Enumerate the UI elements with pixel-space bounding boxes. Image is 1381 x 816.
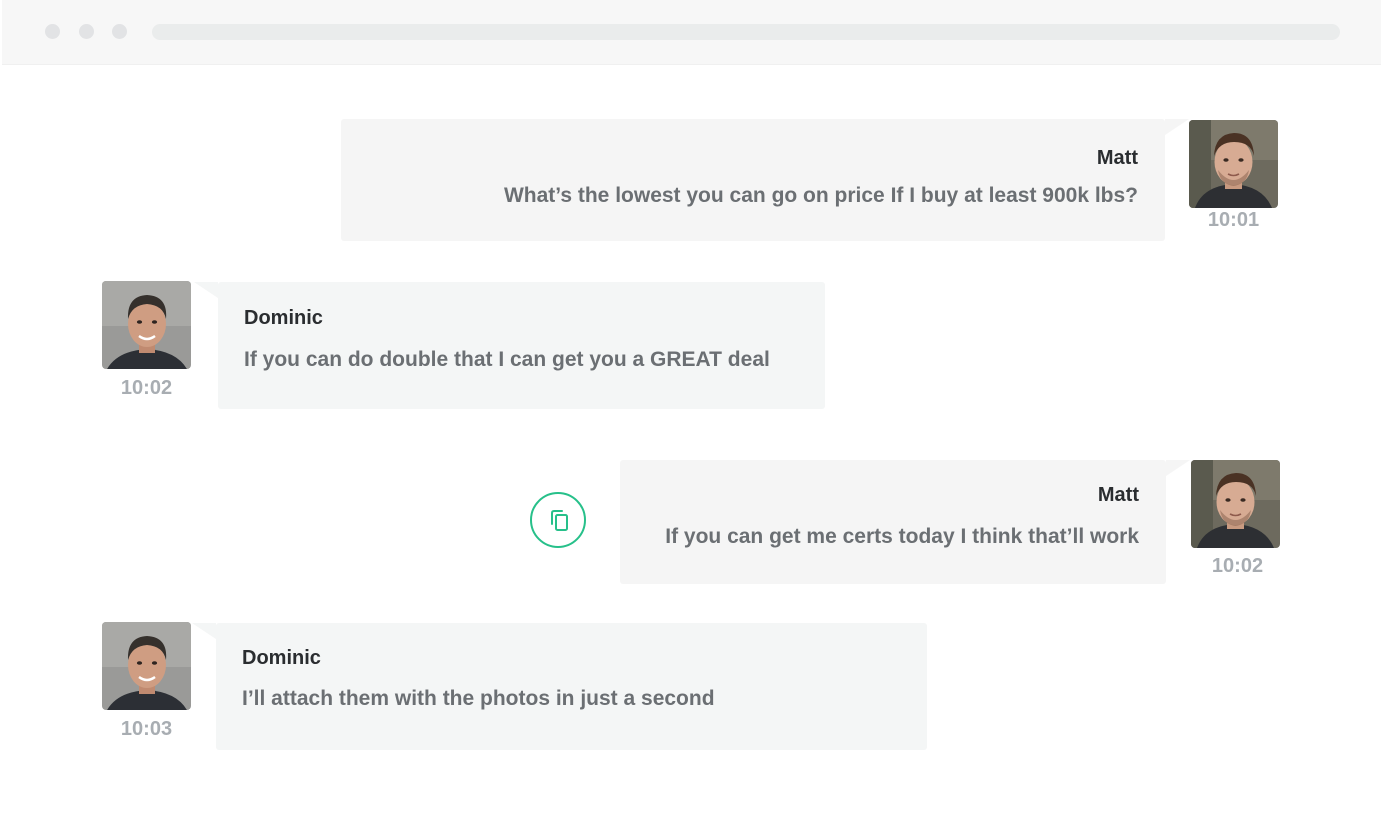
browser-toolbar bbox=[2, 0, 1381, 65]
message-bubble-received: Dominic I’ll attach them with the photos… bbox=[192, 623, 927, 750]
message-bubble-sent: Matt If you can get me certs today I thi… bbox=[620, 460, 1190, 584]
avatar-dominic bbox=[102, 281, 191, 369]
message-text: I’ll attach them with the photos in just… bbox=[242, 687, 715, 710]
window-dot-close[interactable] bbox=[45, 24, 60, 39]
copy-button[interactable] bbox=[530, 492, 586, 548]
message-timestamp: 10:02 bbox=[1211, 555, 1264, 577]
message-timestamp: 10:01 bbox=[1207, 209, 1260, 231]
bubble-tail bbox=[1166, 460, 1190, 476]
sender-name: Matt bbox=[1097, 484, 1139, 506]
message-timestamp: 10:02 bbox=[120, 377, 173, 399]
message-text: What’s the lowest you can go on price If… bbox=[503, 184, 1138, 207]
message-text: If you can do double that I can get you … bbox=[244, 348, 770, 371]
message-bubble-received: Dominic If you can do double that I can … bbox=[194, 282, 825, 409]
avatar-matt bbox=[1191, 460, 1280, 548]
address-bar[interactable] bbox=[152, 24, 1340, 40]
sender-name: Dominic bbox=[242, 647, 321, 669]
bubble-tail bbox=[1165, 119, 1189, 135]
chat-page: Matt What’s the lowest you can go on pri… bbox=[0, 0, 1381, 816]
window-dot-minimize[interactable] bbox=[79, 24, 94, 39]
avatar-matt bbox=[1189, 120, 1278, 208]
window-dot-maximize[interactable] bbox=[112, 24, 127, 39]
message-timestamp: 10:03 bbox=[120, 718, 173, 740]
copy-icon bbox=[551, 510, 568, 531]
sender-name: Dominic bbox=[244, 307, 323, 329]
message-text: If you can get me certs today I think th… bbox=[665, 525, 1139, 548]
sender-name: Matt bbox=[1096, 147, 1138, 169]
bubble-tail bbox=[194, 282, 218, 298]
bubble-tail bbox=[192, 623, 216, 639]
message-bubble-sent: Matt What’s the lowest you can go on pri… bbox=[341, 119, 1189, 241]
avatar-dominic bbox=[102, 622, 191, 710]
